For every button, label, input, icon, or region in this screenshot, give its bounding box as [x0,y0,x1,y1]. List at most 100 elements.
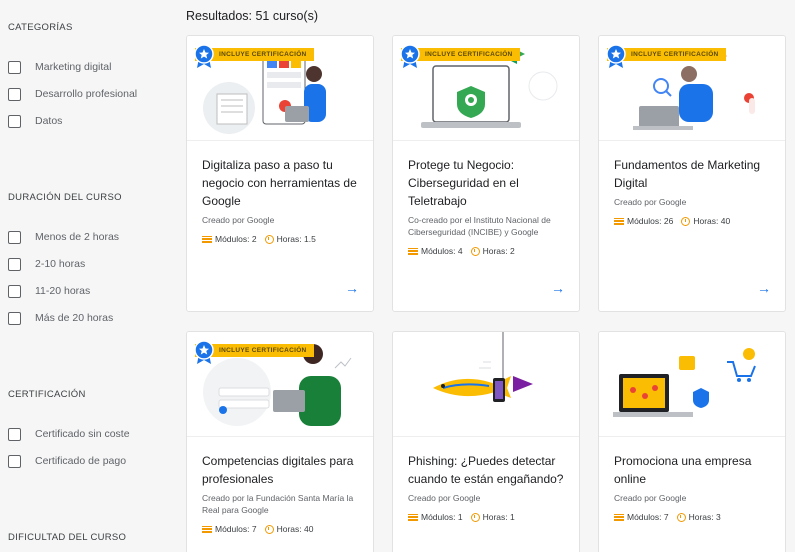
filter-option-label: Desarrollo profesional [35,88,138,100]
modules-icon [202,525,212,533]
hours-label: Horas: [482,246,508,256]
arrow-right-icon[interactable]: → [345,281,359,295]
modules-icon [202,235,212,243]
filter-option-label: Datos [35,115,63,127]
modules-icon [614,217,624,225]
hours-count: 40 [720,216,731,226]
modules-label: Módulos: [627,216,662,226]
medal-icon [194,44,214,68]
filter-option-label: Certificado sin coste [35,428,130,440]
filter-option-label: 2-10 horas [35,258,86,270]
modules-label: Módulos: [627,512,662,522]
modules-count: 4 [457,246,463,256]
filter-title-categories: CATEGORÍAS [8,22,73,33]
checkbox[interactable] [8,87,21,101]
filter-option-label: Menos de 2 horas [35,231,120,243]
modules-label: Módulos: [421,512,456,522]
clock-icon [264,234,274,244]
filter-option-label: Más de 20 horas [35,312,114,324]
checkbox[interactable] [8,454,21,468]
arrow-right-icon[interactable]: → [551,281,565,295]
checkbox[interactable] [8,230,21,244]
course-card[interactable]: INCLUYE CERTIFICACIÓN Protege tu Negocio… [392,35,580,312]
modules-count: 2 [251,234,257,244]
medal-icon [194,340,214,364]
course-meta: Módulos: 1 Horas: 1 [408,512,515,522]
filter-option-paid-certificate[interactable]: Certificado de pago [8,454,126,468]
course-title[interactable]: Protege tu Negocio: Ciberseguridad en el… [408,156,573,210]
checkbox[interactable] [8,311,21,325]
course-illustration [393,332,579,437]
checkbox[interactable] [8,257,21,271]
filters-sidebar: CATEGORÍAS Marketing digital Desarrollo … [0,0,170,552]
medal-icon [606,44,626,68]
filter-option-label: 11-20 horas [35,285,91,297]
course-card[interactable]: INCLUYE CERTIFICACIÓN Competencias digit… [186,331,374,552]
hours-label: Horas: [482,512,508,522]
filter-option-under-2h[interactable]: Menos de 2 horas [8,230,119,244]
hours-label: Horas: [276,234,302,244]
modules-count: 7 [251,524,257,534]
modules-count: 26 [663,216,674,226]
course-author: Creado por Google [614,493,687,503]
modules-label: Módulos: [215,234,250,244]
filter-option-label: Certificado de pago [35,455,127,467]
clock-icon [470,512,480,522]
modules-count: 1 [457,512,463,522]
modules-count: 7 [663,512,669,522]
medal-icon [400,44,420,68]
hours-label: Horas: [693,216,719,226]
clock-icon [264,524,274,534]
course-author: Creado por Google [202,215,275,225]
course-meta: Módulos: 4 Horas: 2 [408,246,515,256]
clock-icon [470,246,480,256]
checkbox[interactable] [8,284,21,298]
hours-label: Horas: [688,512,714,522]
hours-count: 40 [304,524,314,534]
modules-icon [408,513,418,521]
filter-option-2-10h[interactable]: 2-10 horas [8,257,85,271]
clock-icon [681,216,691,226]
filter-option-label: Marketing digital [35,61,112,73]
course-title[interactable]: Fundamentos de Marketing Digital [614,156,779,192]
course-title[interactable]: Promociona una empresa online [614,452,779,488]
hours-count: 3 [716,512,721,522]
filter-option-desarrollo-profesional[interactable]: Desarrollo profesional [8,87,137,101]
filter-option-11-20h[interactable]: 11-20 horas [8,284,90,298]
filter-title-difficulty: DIFICULTAD DEL CURSO [8,532,127,543]
course-card[interactable]: INCLUYE CERTIFICACIÓN Digitaliza paso a … [186,35,374,312]
filter-option-marketing-digital[interactable]: Marketing digital [8,60,111,74]
course-card[interactable]: INCLUYE CERTIFICACIÓN Fundamentos de Mar… [598,35,786,312]
course-meta: Módulos: 26 Horas: 40 [614,216,730,226]
course-title[interactable]: Competencias digitales para profesionale… [202,452,367,488]
hours-label: Horas: [276,524,302,534]
modules-label: Módulos: [421,246,456,256]
hours-count: 1.5 [304,234,316,244]
hours-count: 1 [510,512,515,522]
results-count: Resultados: 51 curso(s) [186,9,319,23]
checkbox[interactable] [8,114,21,128]
clock-icon [676,512,686,522]
course-meta: Módulos: 7 Horas: 3 [614,512,721,522]
filter-title-certification: CERTIFICACIÓN [8,389,86,400]
course-card[interactable]: Phishing: ¿Puedes detectar cuando te est… [392,331,580,552]
filter-title-duration: DURACIÓN DEL CURSO [8,192,122,203]
modules-icon [408,247,418,255]
course-author: Creado por Google [614,197,687,207]
course-card[interactable]: Promociona una empresa online Creado por… [598,331,786,552]
modules-icon [614,513,624,521]
course-author: Creado por la Fundación Santa María la R… [202,493,354,515]
course-title[interactable]: Phishing: ¿Puedes detectar cuando te est… [408,452,573,488]
arrow-right-icon[interactable]: → [757,281,771,295]
checkbox[interactable] [8,60,21,74]
course-meta: Módulos: 7 Horas: 40 [202,524,314,534]
modules-label: Módulos: [215,524,250,534]
course-meta: Módulos: 2 Horas: 1.5 [202,234,316,244]
course-illustration [599,332,785,437]
filter-option-free-certificate[interactable]: Certificado sin coste [8,427,130,441]
filter-option-datos[interactable]: Datos [8,114,62,128]
course-author: Creado por Google [408,493,481,503]
course-title[interactable]: Digitaliza paso a paso tu negocio con he… [202,156,367,210]
checkbox[interactable] [8,427,21,441]
filter-option-over-20h[interactable]: Más de 20 horas [8,311,113,325]
